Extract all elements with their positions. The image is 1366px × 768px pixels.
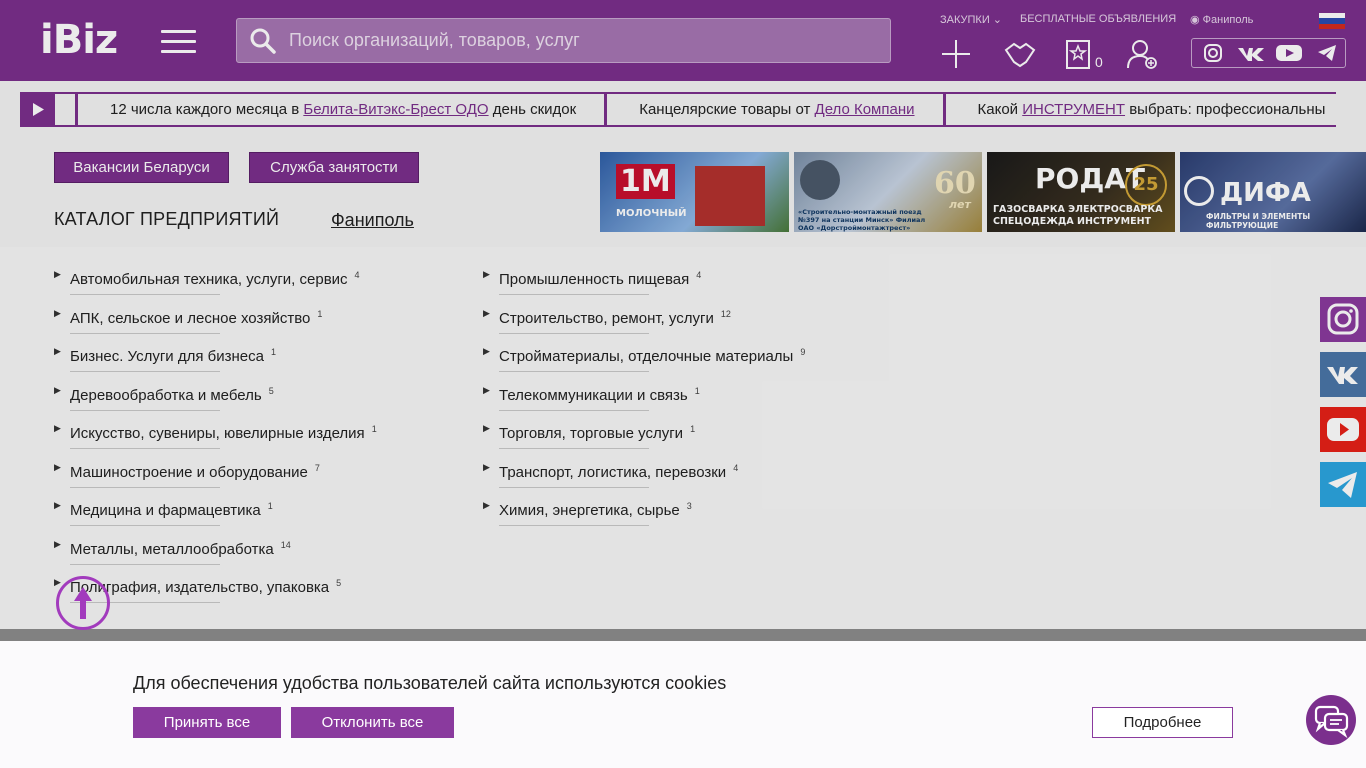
arrow-right-icon: ▶: [54, 423, 61, 433]
free-ads-link[interactable]: БЕСПЛАТНЫЕ ОБЪЯВЛЕНИЯ: [1020, 13, 1176, 25]
accept-cookies-button[interactable]: Принять все: [133, 707, 281, 738]
ticker-item: Какой ИНСТРУМЕНТ выбрать: профессиональн…: [942, 94, 1325, 125]
ticker-track: 12 числа каждого месяца в Белита-Витэкс-…: [75, 94, 1336, 125]
ticker-link[interactable]: Дело Компани: [815, 101, 915, 118]
user-add-icon[interactable]: [1126, 38, 1158, 70]
employment-button[interactable]: Служба занятости: [249, 152, 419, 183]
location-pin-icon: ◉: [1190, 14, 1200, 26]
arrow-right-icon: ▶: [54, 307, 61, 318]
side-instagram-icon[interactable]: [1320, 297, 1366, 342]
banner-smp[interactable]: 60 лет «Строительно-монтажный поезд №397…: [794, 152, 982, 232]
side-telegram-icon[interactable]: [1320, 462, 1366, 507]
handshake-icon[interactable]: [1004, 38, 1036, 70]
search-input[interactable]: [287, 19, 877, 62]
banner-1m[interactable]: 1М МОЛОЧНЫЙ: [600, 152, 789, 232]
arrow-right-icon: ▶: [483, 461, 490, 472]
play-icon[interactable]: [20, 94, 55, 125]
arrow-right-icon: ▶: [54, 461, 61, 472]
header-social-bar: [1191, 38, 1346, 68]
star-icon[interactable]: [1062, 38, 1094, 70]
arrow-right-icon: ▶: [483, 269, 490, 279]
catalog-list: ▶ Автомобильная техника, услуги, сервис 4 …: [0, 247, 1366, 629]
arrow-right-icon: ▶: [483, 500, 490, 510]
cookie-details-button[interactable]: Подробнее: [1092, 707, 1233, 738]
ticker-item: Канцелярские товары от Дело Компани: [604, 94, 915, 125]
arrow-right-icon: ▶: [54, 269, 61, 279]
ticker-link[interactable]: ИНСТРУМЕНТ: [1022, 101, 1125, 118]
footer-band: [0, 629, 1366, 641]
reject-cookies-button[interactable]: Отклонить все: [291, 707, 454, 738]
banner-difa[interactable]: ДИФА ФИЛЬТРЫ И ЭЛЕМЕНТЫ ФИЛЬТРУЮЩИЕ: [1180, 152, 1366, 232]
logo[interactable]: iBiz: [40, 20, 118, 60]
cookie-message: Для обеспечения удобства пользователей с…: [133, 673, 727, 693]
scroll-up-button[interactable]: [56, 576, 110, 630]
ticker-link[interactable]: Белита-Витэкс-Брест ОДО: [303, 101, 488, 118]
arrow-right-icon: ▶: [483, 346, 490, 356]
language-flag-icon[interactable]: [1319, 13, 1345, 29]
side-youtube-icon[interactable]: [1320, 407, 1366, 452]
arrow-right-icon: ▶: [54, 384, 61, 395]
arrow-right-icon: ▶: [54, 538, 61, 549]
news-ticker: 12 числа каждого месяца в Белита-Витэкс-…: [20, 92, 1336, 127]
telegram-icon[interactable]: [1316, 43, 1338, 63]
arrow-right-icon: ▶: [483, 384, 490, 395]
vacancies-button[interactable]: Вакансии Беларуси: [54, 152, 229, 183]
favorites-count: 0: [1095, 54, 1103, 70]
instagram-icon[interactable]: [1202, 43, 1224, 63]
catalog-city-link[interactable]: Фаниполь: [331, 210, 414, 231]
arrow-right-icon: ▶: [54, 500, 61, 510]
location-link[interactable]: ◉ Фаниполь: [1190, 13, 1253, 26]
arrow-right-icon: ▶: [483, 307, 490, 318]
youtube-icon[interactable]: [1275, 43, 1303, 63]
vk-icon[interactable]: [1236, 43, 1266, 63]
cookie-banner: Для обеспечения удобства пользователей с…: [0, 641, 1366, 768]
plus-icon[interactable]: [940, 38, 972, 70]
search-icon[interactable]: [249, 27, 277, 55]
side-vk-icon[interactable]: [1320, 352, 1366, 397]
site-header: iBiz ЗАКУПКИ ⌄ БЕСПЛАТНЫЕ ОБЪЯВЛЕНИЯ ◉ Ф…: [0, 0, 1366, 81]
banner-rodat[interactable]: РОДАТ 25 ГАЗОСВАРКА ЭЛЕКТРОСВАРКА СПЕЦОД…: [987, 152, 1175, 232]
ticker-item: 12 числа каждого месяца в Белита-Витэкс-…: [75, 94, 576, 125]
menu-icon[interactable]: [161, 30, 196, 54]
arrow-right-icon: ▶: [483, 423, 490, 433]
zakupki-link[interactable]: ЗАКУПКИ ⌄: [940, 13, 1002, 26]
catalog-title: КАТАЛОГ ПРЕДПРИЯТИЙ: [54, 209, 280, 229]
chat-icon[interactable]: [1306, 695, 1356, 745]
chevron-down-icon: ⌄: [992, 14, 1003, 26]
arrow-right-icon: ▶: [54, 346, 61, 356]
search-box: [236, 18, 891, 63]
